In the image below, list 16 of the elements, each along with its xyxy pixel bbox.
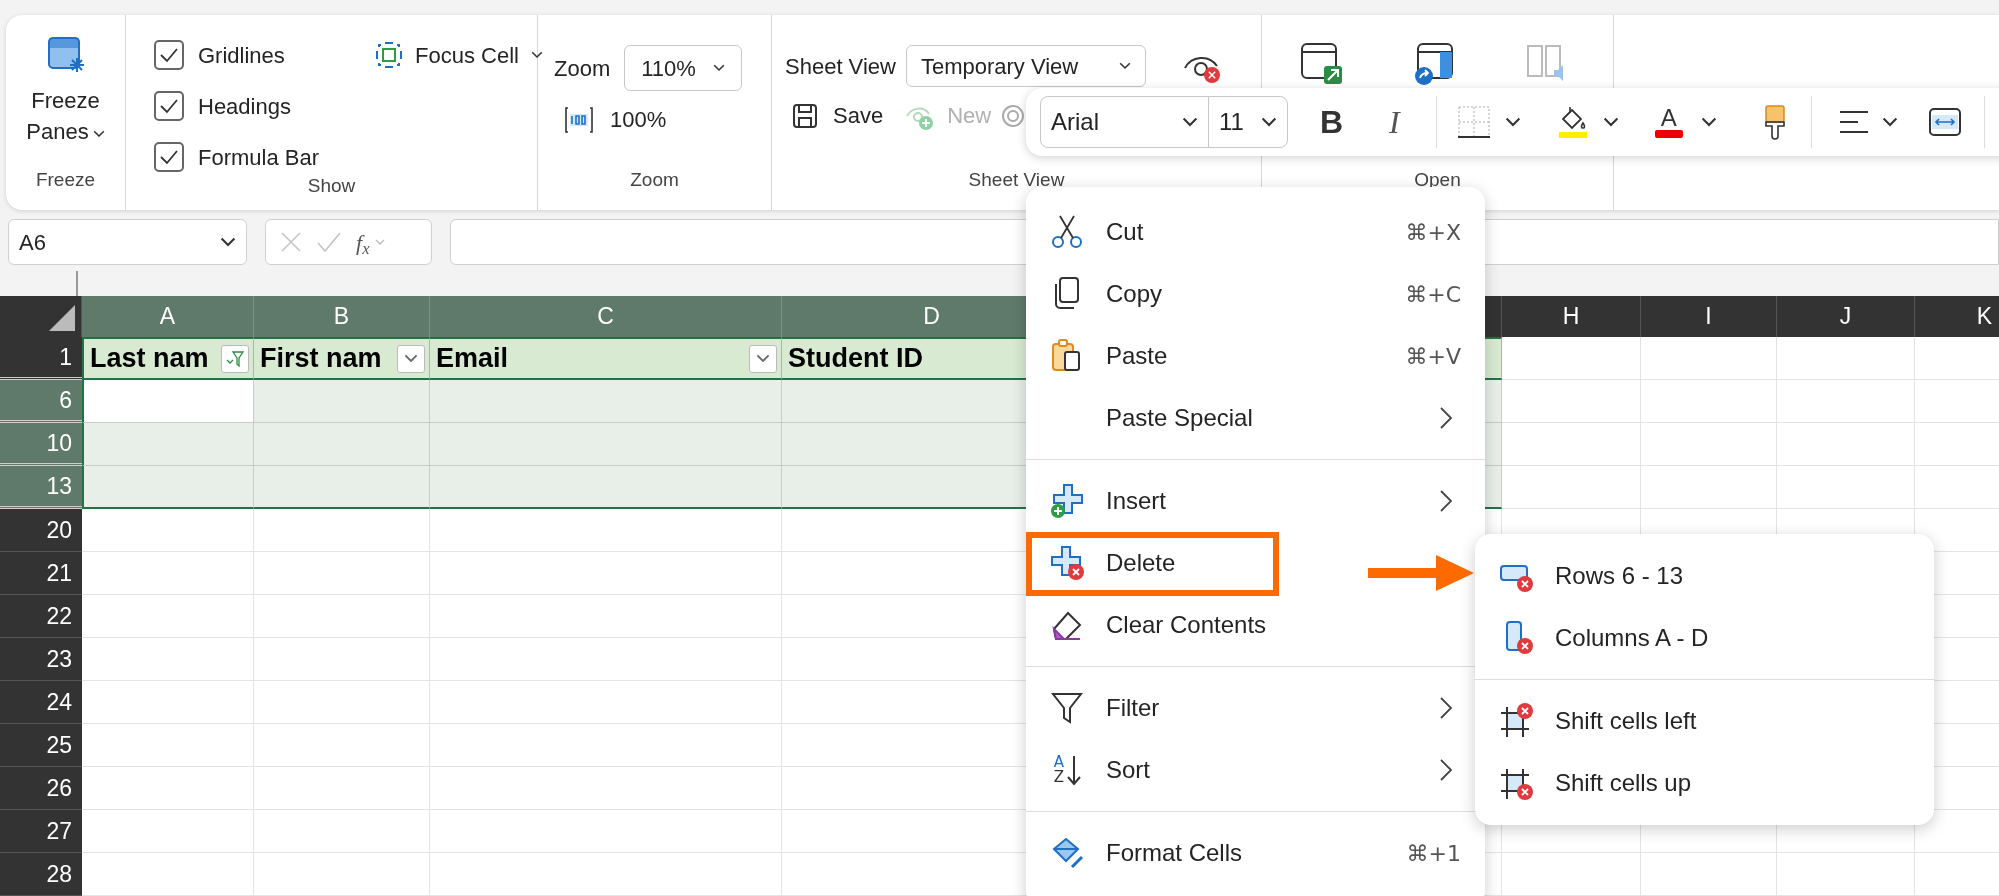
group-label: Show (307, 174, 356, 198)
shortcut-text: ⌘+X (1405, 218, 1462, 247)
sheet-view-label: Sheet View (785, 52, 896, 81)
header-cell-text: Last nam (89, 342, 209, 376)
sort-letters: A Z (1053, 755, 1065, 785)
shortcut-text: ⌘+C (1405, 280, 1462, 309)
header-cell-text: Student ID (787, 342, 923, 376)
header-cell-text: First nam (259, 342, 382, 376)
group-label: Zoom (630, 167, 679, 192)
group-label: Freeze (35, 167, 96, 192)
header-cell-text: Email (435, 342, 509, 376)
zoom-label: Zoom (554, 54, 611, 83)
group-label: Sheet View (968, 167, 1065, 192)
shortcut-text: ⌘+V (1405, 342, 1462, 371)
group-label: Open (1414, 167, 1461, 192)
shortcut-text: ⌘+1 (1406, 839, 1462, 868)
